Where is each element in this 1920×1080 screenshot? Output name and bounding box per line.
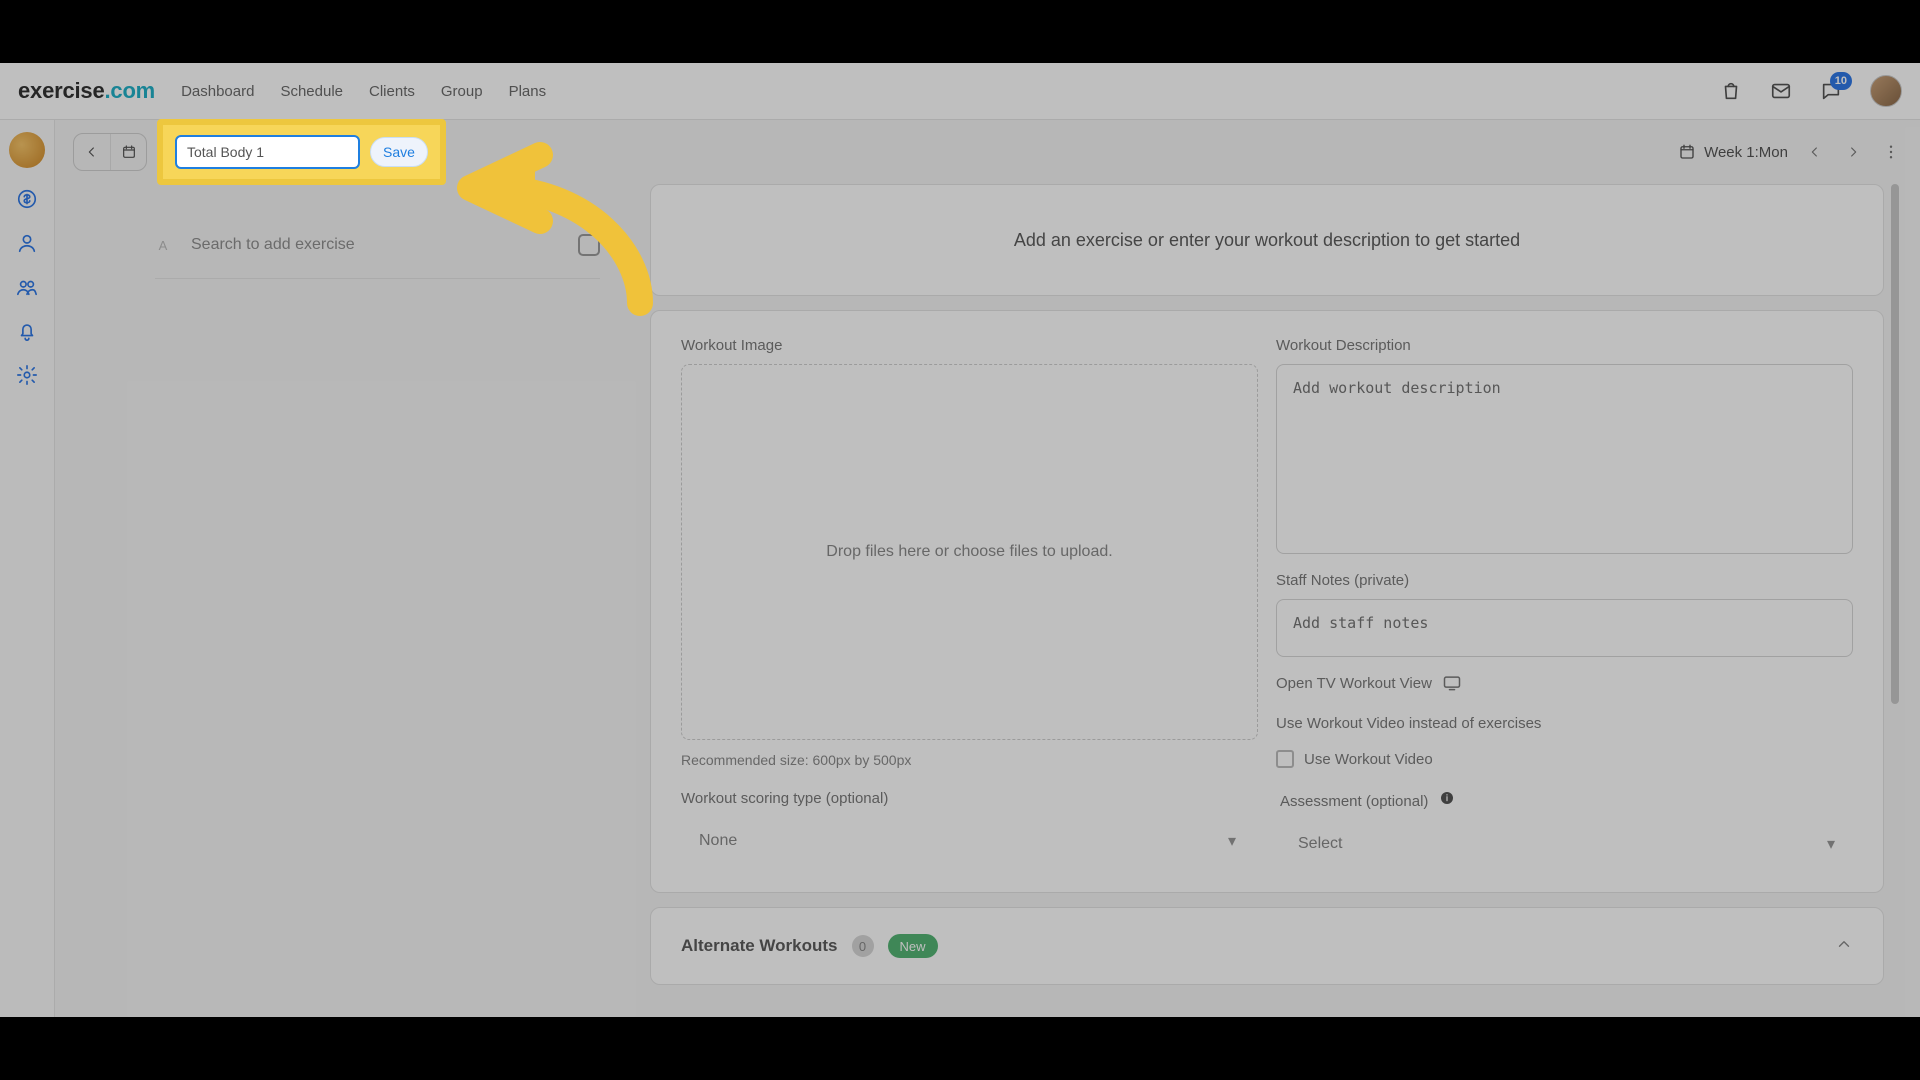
scoring-type-label: Workout scoring type (optional) [681, 790, 1254, 807]
chevron-up-icon[interactable] [1835, 935, 1853, 958]
user-avatar[interactable] [1870, 75, 1902, 107]
staff-notes-label: Staff Notes (private) [1276, 572, 1853, 589]
rail-profile-icon[interactable] [14, 230, 40, 256]
workout-name-input[interactable] [175, 135, 360, 169]
intro-text: Add an exercise or enter your workout de… [1014, 230, 1520, 251]
workout-form-pane: Add an exercise or enter your workout de… [650, 184, 1902, 1017]
rail-settings-icon[interactable] [14, 362, 40, 388]
intro-card: Add an exercise or enter your workout de… [650, 184, 1884, 296]
editor-body: A Search to add exercise Add an exercise… [55, 184, 1902, 1017]
exercise-search-pane: A Search to add exercise [55, 184, 630, 1017]
chat-icon[interactable]: 10 [1820, 80, 1842, 102]
alternate-workouts-title: Alternate Workouts [681, 936, 838, 956]
calendar-button[interactable] [110, 134, 146, 170]
assessment-select[interactable]: Select ▾ [1280, 822, 1853, 866]
use-workout-video-label: Use Workout Video [1304, 751, 1433, 768]
date-nav-pills [73, 133, 147, 171]
alternate-count-badge: 0 [852, 935, 874, 957]
assessment-value: Select [1298, 835, 1342, 853]
rail-billing-icon[interactable] [14, 186, 40, 212]
alternate-workouts-card[interactable]: Alternate Workouts 0 New [650, 907, 1884, 985]
workout-image-label: Workout Image [681, 337, 1258, 354]
top-navigation: exercise.com Dashboard Schedule Clients … [0, 63, 1920, 120]
nav-schedule[interactable]: Schedule [280, 83, 343, 100]
assessment-label: Assessment (optional) [1280, 790, 1853, 810]
add-exercise-button[interactable] [578, 234, 600, 256]
sort-indicator: A [155, 238, 171, 253]
mail-icon[interactable] [1770, 80, 1792, 102]
rail-alerts-icon[interactable] [14, 318, 40, 344]
week-selector[interactable]: Week 1:Mon [1678, 143, 1788, 161]
workout-description-label: Workout Description [1276, 337, 1853, 354]
nav-plans[interactable]: Plans [509, 83, 547, 100]
save-button[interactable]: Save [370, 137, 428, 167]
staff-notes-input[interactable] [1276, 599, 1853, 657]
left-rail [0, 120, 55, 1017]
calendar-icon [1678, 143, 1696, 161]
new-badge: New [888, 934, 938, 958]
workout-image-dropzone[interactable]: Drop files here or choose files to uploa… [681, 364, 1258, 740]
workout-description-input[interactable] [1276, 364, 1853, 554]
prev-week-button[interactable] [1804, 141, 1826, 163]
shopping-bag-icon[interactable] [1720, 80, 1742, 102]
workout-details-card: Workout Image Drop files here or choose … [650, 310, 1884, 893]
workout-name-highlight: Save [157, 119, 446, 185]
brand-part2: .com [105, 78, 156, 104]
prev-day-button[interactable] [74, 134, 110, 170]
rail-group-icon[interactable] [14, 274, 40, 300]
brand-part1: exercise [18, 78, 105, 104]
use-workout-video-checkbox[interactable] [1276, 750, 1294, 768]
tv-icon[interactable] [1442, 673, 1462, 693]
tv-view-label: Open TV Workout View [1276, 675, 1432, 692]
scoring-type-value: None [699, 832, 737, 850]
nav-clients[interactable]: Clients [369, 83, 415, 100]
caret-down-icon: ▾ [1228, 831, 1236, 851]
more-menu-button[interactable] [1880, 141, 1902, 163]
info-icon[interactable] [1439, 790, 1455, 806]
next-week-button[interactable] [1842, 141, 1864, 163]
video-section-label: Use Workout Video instead of exercises [1276, 715, 1853, 732]
caret-down-icon: ▾ [1827, 834, 1835, 854]
notification-badge: 10 [1830, 72, 1852, 90]
editor-toolbar: Save Week 1:Mon [55, 120, 1920, 184]
exercise-search-input[interactable]: Search to add exercise [191, 236, 558, 254]
week-label: Week 1:Mon [1704, 144, 1788, 161]
image-size-hint: Recommended size: 600px by 500px [681, 752, 1258, 768]
brand-logo[interactable]: exercise.com [18, 78, 155, 104]
org-logo[interactable] [9, 132, 45, 168]
scoring-type-select[interactable]: None ▾ [681, 819, 1254, 863]
nav-group[interactable]: Group [441, 83, 483, 100]
dropzone-text: Drop files here or choose files to uploa… [826, 543, 1112, 561]
scrollbar[interactable] [1888, 184, 1902, 1017]
scrollbar-thumb[interactable] [1891, 184, 1899, 704]
nav-dashboard[interactable]: Dashboard [181, 83, 254, 100]
